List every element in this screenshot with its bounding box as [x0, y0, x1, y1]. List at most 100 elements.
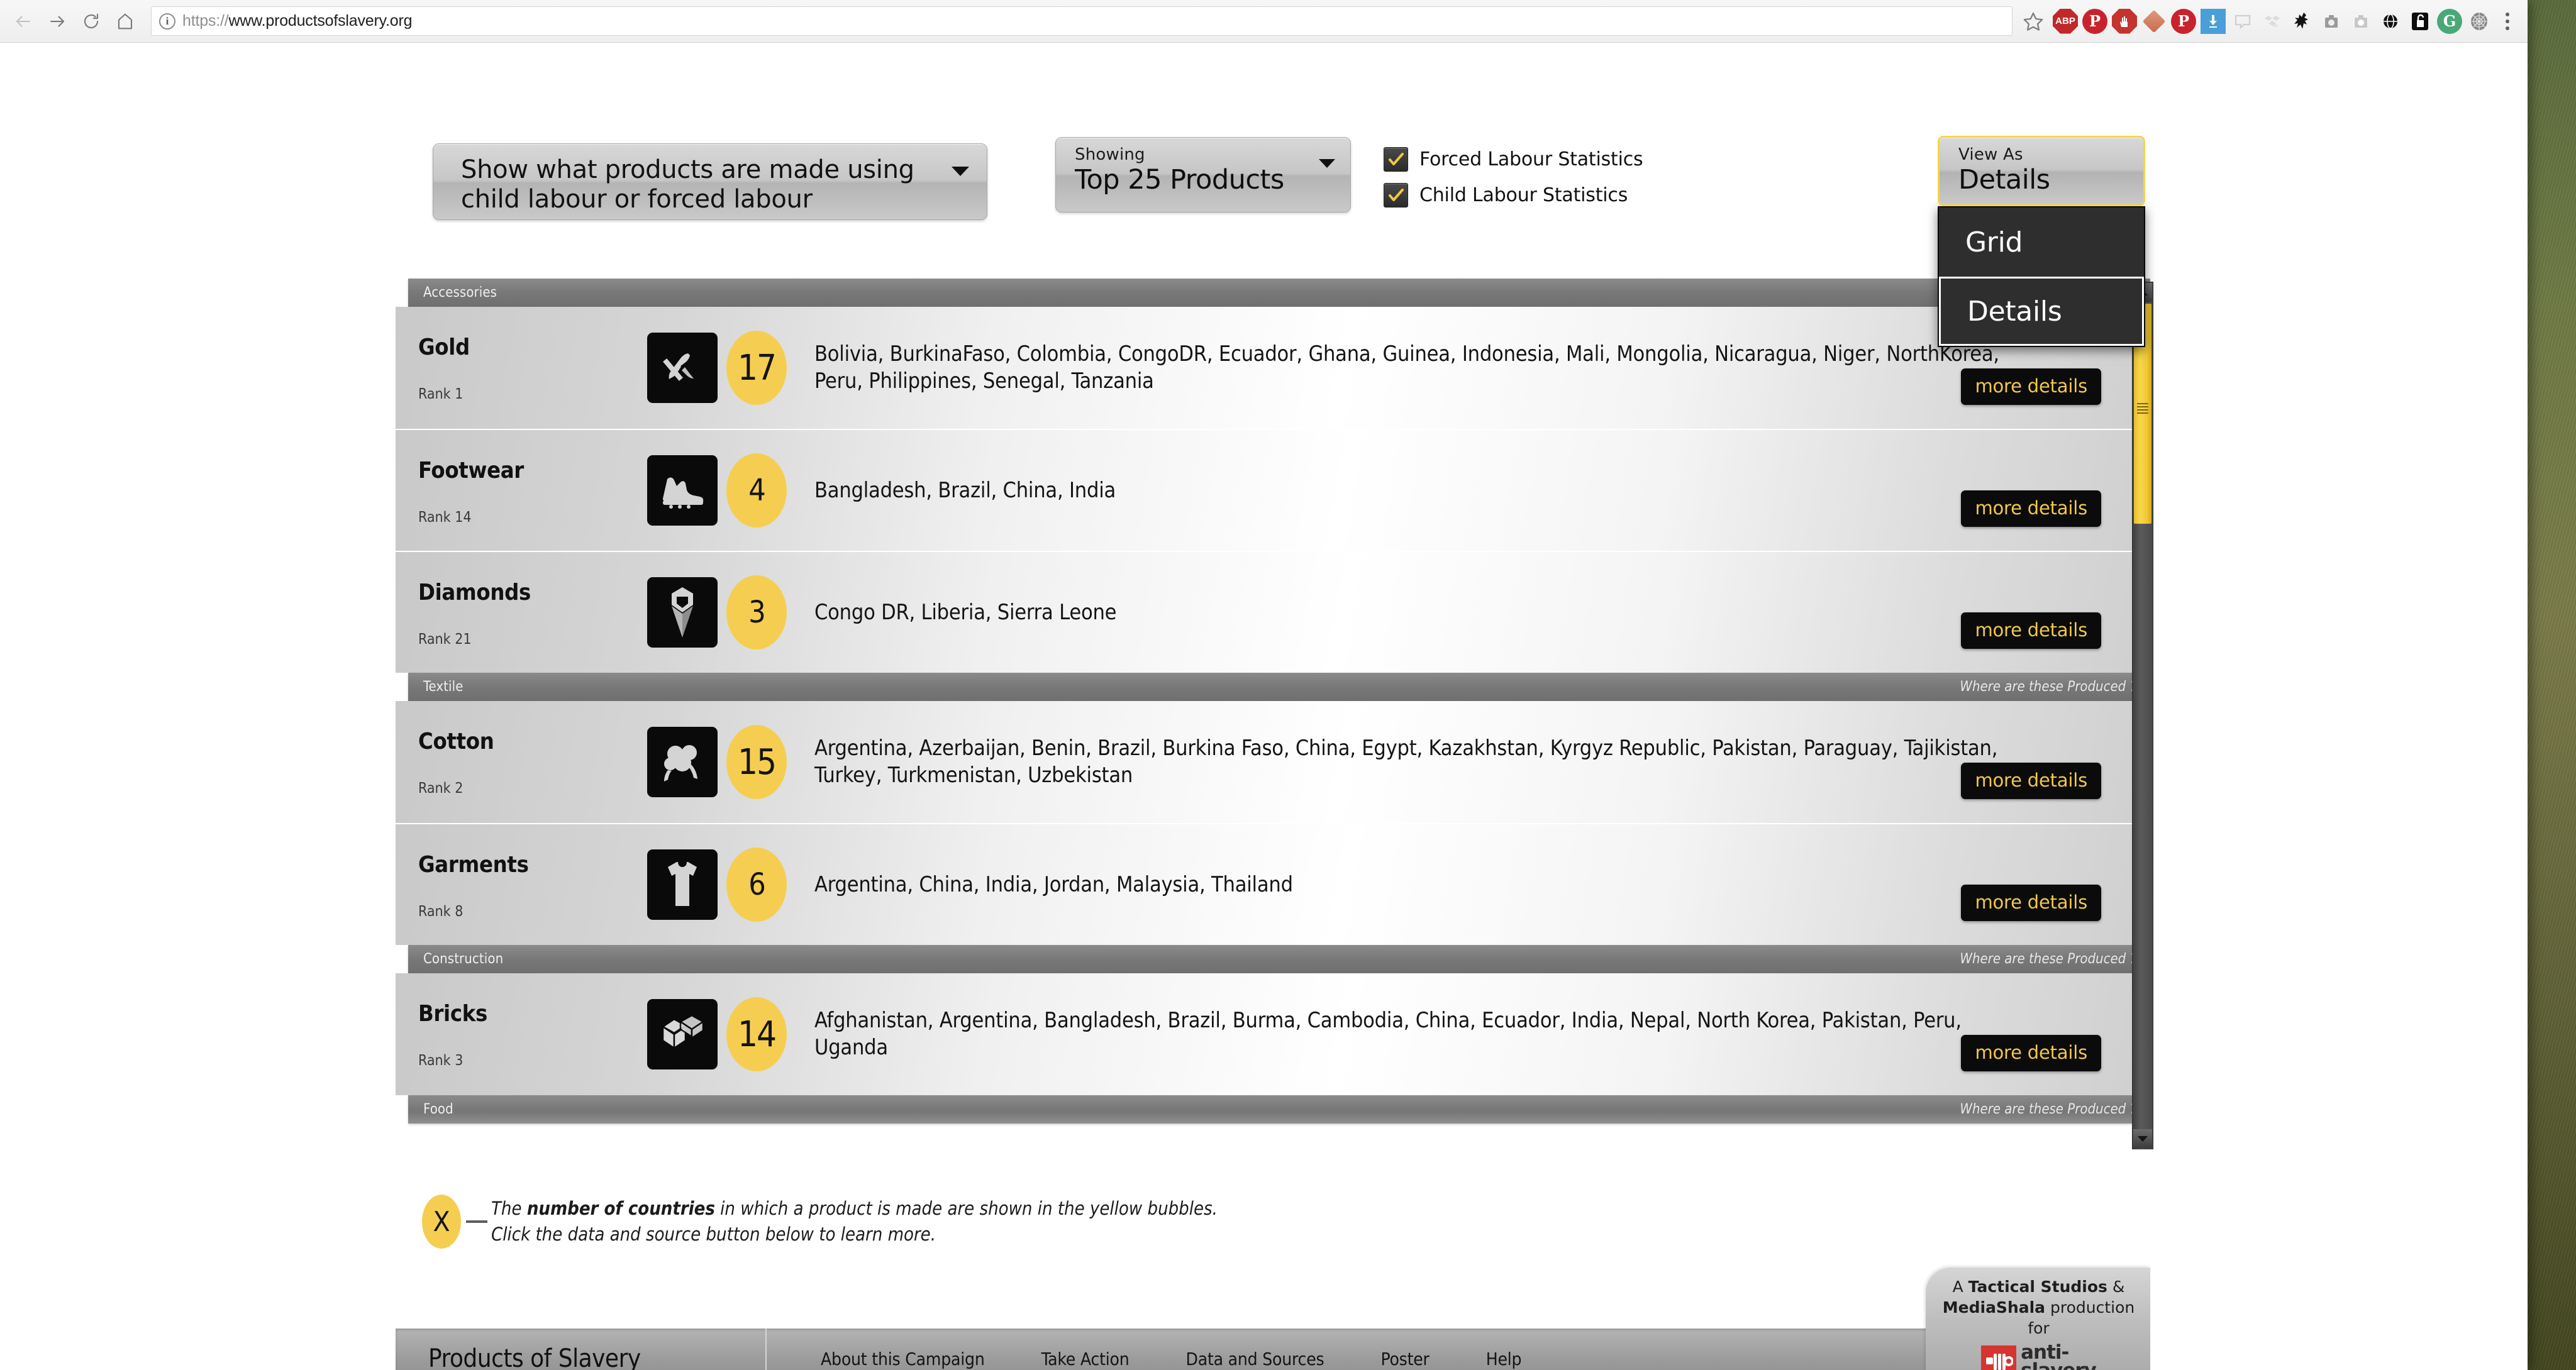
lastpass-icon[interactable]: [2141, 9, 2167, 34]
diamond-shape: [672, 587, 693, 638]
country-count-bubble: 6: [726, 848, 787, 922]
legend-line1-a: The: [491, 1197, 527, 1219]
country-list: Bolivia, BurkinaFaso, Colombia, CongoDR,…: [814, 341, 1999, 394]
reload-button[interactable]: [74, 4, 108, 38]
nav-poster[interactable]: Poster: [1380, 1349, 1429, 1369]
bookmark-button[interactable]: [2018, 6, 2049, 37]
more-details-button[interactable]: more details: [1961, 763, 2101, 799]
padlock-icon[interactable]: [2407, 9, 2433, 34]
tshirt-shape: [668, 862, 697, 906]
web-scraper-icon[interactable]: [2467, 9, 2492, 34]
product-list: Accessories Where are these Produced ? G…: [396, 279, 2150, 1146]
filter-line-1: Show what products are made using: [461, 155, 914, 184]
product-filter-select[interactable]: Show what products are made using child …: [433, 143, 987, 220]
nav-take-action[interactable]: Take Action: [1041, 1349, 1130, 1369]
camera-icon[interactable]: [2319, 9, 2344, 34]
country-count-bubble: 15: [726, 725, 787, 799]
forward-arrow-icon: [50, 15, 65, 27]
product-row-cotton[interactable]: Cotton Rank 2 15 Argentina, Azerbaijan, …: [396, 701, 2150, 823]
legend-line1-c: in which a product is made are shown in …: [714, 1197, 1218, 1219]
showing-select[interactable]: Showing Top 25 Products: [1055, 137, 1351, 213]
grammarly-icon[interactable]: G: [2437, 8, 2462, 34]
filter-controls: Show what products are made using child …: [0, 43, 2528, 347]
where-produced-link[interactable]: Where are these Produced ?: [1960, 951, 2136, 967]
ninja-icon[interactable]: [2289, 9, 2314, 34]
globe-outline-icon: [2384, 13, 2397, 29]
product-name: Cotton: [418, 729, 494, 754]
home-button[interactable]: [108, 4, 142, 38]
adblock-plus-icon[interactable]: ABP: [2053, 8, 2078, 34]
product-row-garments[interactable]: Garments Rank 8 6 Argentina, China, Indi…: [396, 823, 2150, 945]
checkmark-icon: [1388, 188, 1404, 201]
site-brand: Products of Slavery: [396, 1329, 767, 1370]
more-details-button[interactable]: more details: [1961, 612, 2101, 649]
child-labour-checkbox-row[interactable]: Child Labour Statistics: [1384, 183, 1643, 207]
dropbox-boxes-icon: [2265, 15, 2280, 27]
forced-labour-checkbox-row[interactable]: Forced Labour Statistics: [1384, 147, 1643, 172]
more-details-button[interactable]: more details: [1961, 368, 2101, 405]
anti-slavery-logo[interactable]: anti- slavery: [1937, 1343, 2140, 1370]
download-icon[interactable]: [2201, 8, 2226, 34]
product-row-footwear[interactable]: Footwear Rank 14 4 Bangladesh, Brazil, C…: [396, 429, 2150, 551]
where-produced-link[interactable]: Where are these Produced ?: [1960, 1102, 2136, 1117]
legend-text: The number of countries in which a produ…: [491, 1196, 1218, 1247]
legend-line1-bold: number of countries: [526, 1197, 715, 1219]
legend: X The number of countries in which a pro…: [396, 1168, 2150, 1275]
screenshot-camera-icon[interactable]: [2348, 9, 2373, 34]
pinterest-save-icon[interactable]: P: [2082, 8, 2107, 34]
producer-amp: &: [2107, 1278, 2125, 1296]
product-rank: Rank 14: [418, 509, 472, 526]
nav-data-and-sources[interactable]: Data and Sources: [1186, 1349, 1324, 1369]
country-count-bubble: 4: [726, 453, 787, 528]
url-text: https://www.productsofslavery.org: [182, 12, 413, 30]
category-header-accessories: Accessories Where are these Produced ?: [408, 279, 2150, 307]
pinterest-icon[interactable]: P: [2171, 8, 2196, 34]
nav-about-this-campaign[interactable]: About this Campaign: [821, 1349, 985, 1369]
speech-bubble-icon[interactable]: [2230, 9, 2255, 34]
cotton-boll-icon: [647, 727, 718, 797]
product-row-diamonds[interactable]: Diamonds Rank 21 3 Congo DR, Liberia, Si…: [396, 551, 2150, 673]
chrome-menu-icon[interactable]: [2496, 7, 2519, 36]
where-produced-link[interactable]: Where are these Produced ?: [1960, 679, 2136, 695]
gold-pickaxe-icon: [647, 333, 718, 403]
ninja-figure-icon: [2294, 12, 2308, 29]
view-as-value: Details: [1958, 164, 2050, 196]
view-as-option-grid[interactable]: Grid: [1939, 207, 2144, 277]
list-scrollbar[interactable]: [2132, 282, 2153, 1149]
view-as-dropdown: View As Details Grid Details: [1938, 136, 2145, 347]
category-name: Textile: [423, 679, 464, 695]
country-count-bubble: 17: [726, 331, 787, 405]
product-name-column: Garments Rank 8: [396, 824, 628, 945]
product-rank: Rank 21: [418, 631, 472, 648]
url-host: www.productsofslavery.org: [228, 12, 413, 30]
forward-button[interactable]: [40, 4, 74, 38]
product-row-gold[interactable]: Gold Rank 1 17 Bolivia, BurkinaFaso, Col…: [396, 307, 2150, 429]
address-bar[interactable]: i https://www.productsofslavery.org: [151, 6, 2012, 36]
chevron-down-icon: [952, 167, 969, 176]
product-name: Garments: [418, 852, 529, 878]
scroll-down-arrow-icon[interactable]: [2133, 1129, 2152, 1148]
dropbox-icon[interactable]: [2260, 9, 2285, 34]
crossed-pickaxe-shape: [663, 353, 694, 381]
back-button[interactable]: [6, 4, 40, 38]
product-row-bricks[interactable]: Bricks Rank 3 14 Afghanistan, Argentina,…: [396, 973, 2150, 1095]
shoe-shape: [663, 477, 704, 509]
view-as-option-details[interactable]: Details: [1939, 277, 2144, 346]
child-labour-checkbox[interactable]: [1384, 183, 1408, 207]
more-details-button[interactable]: more details: [1961, 885, 2101, 921]
product-name-column: Diamonds Rank 21: [396, 552, 628, 673]
view-as-menu: Grid Details: [1938, 206, 2145, 347]
checkmark-icon: [1388, 152, 1404, 165]
anti-slavery-wordmark: anti- slavery: [2021, 1343, 2097, 1370]
more-details-button[interactable]: more details: [1961, 490, 2101, 527]
view-as-button[interactable]: View As Details: [1938, 136, 2145, 206]
globe-icon[interactable]: [2378, 9, 2403, 34]
noscript-hand-icon[interactable]: [2112, 8, 2137, 34]
product-rank: Rank 3: [418, 1052, 464, 1069]
nav-help[interactable]: Help: [1486, 1349, 1522, 1369]
browser-window: i https://www.productsofslavery.org ABP …: [0, 0, 2528, 1370]
forced-labour-checkbox[interactable]: [1384, 147, 1408, 172]
reload-icon: [84, 13, 99, 28]
info-icon[interactable]: i: [159, 13, 175, 30]
more-details-button[interactable]: more details: [1961, 1035, 2101, 1071]
